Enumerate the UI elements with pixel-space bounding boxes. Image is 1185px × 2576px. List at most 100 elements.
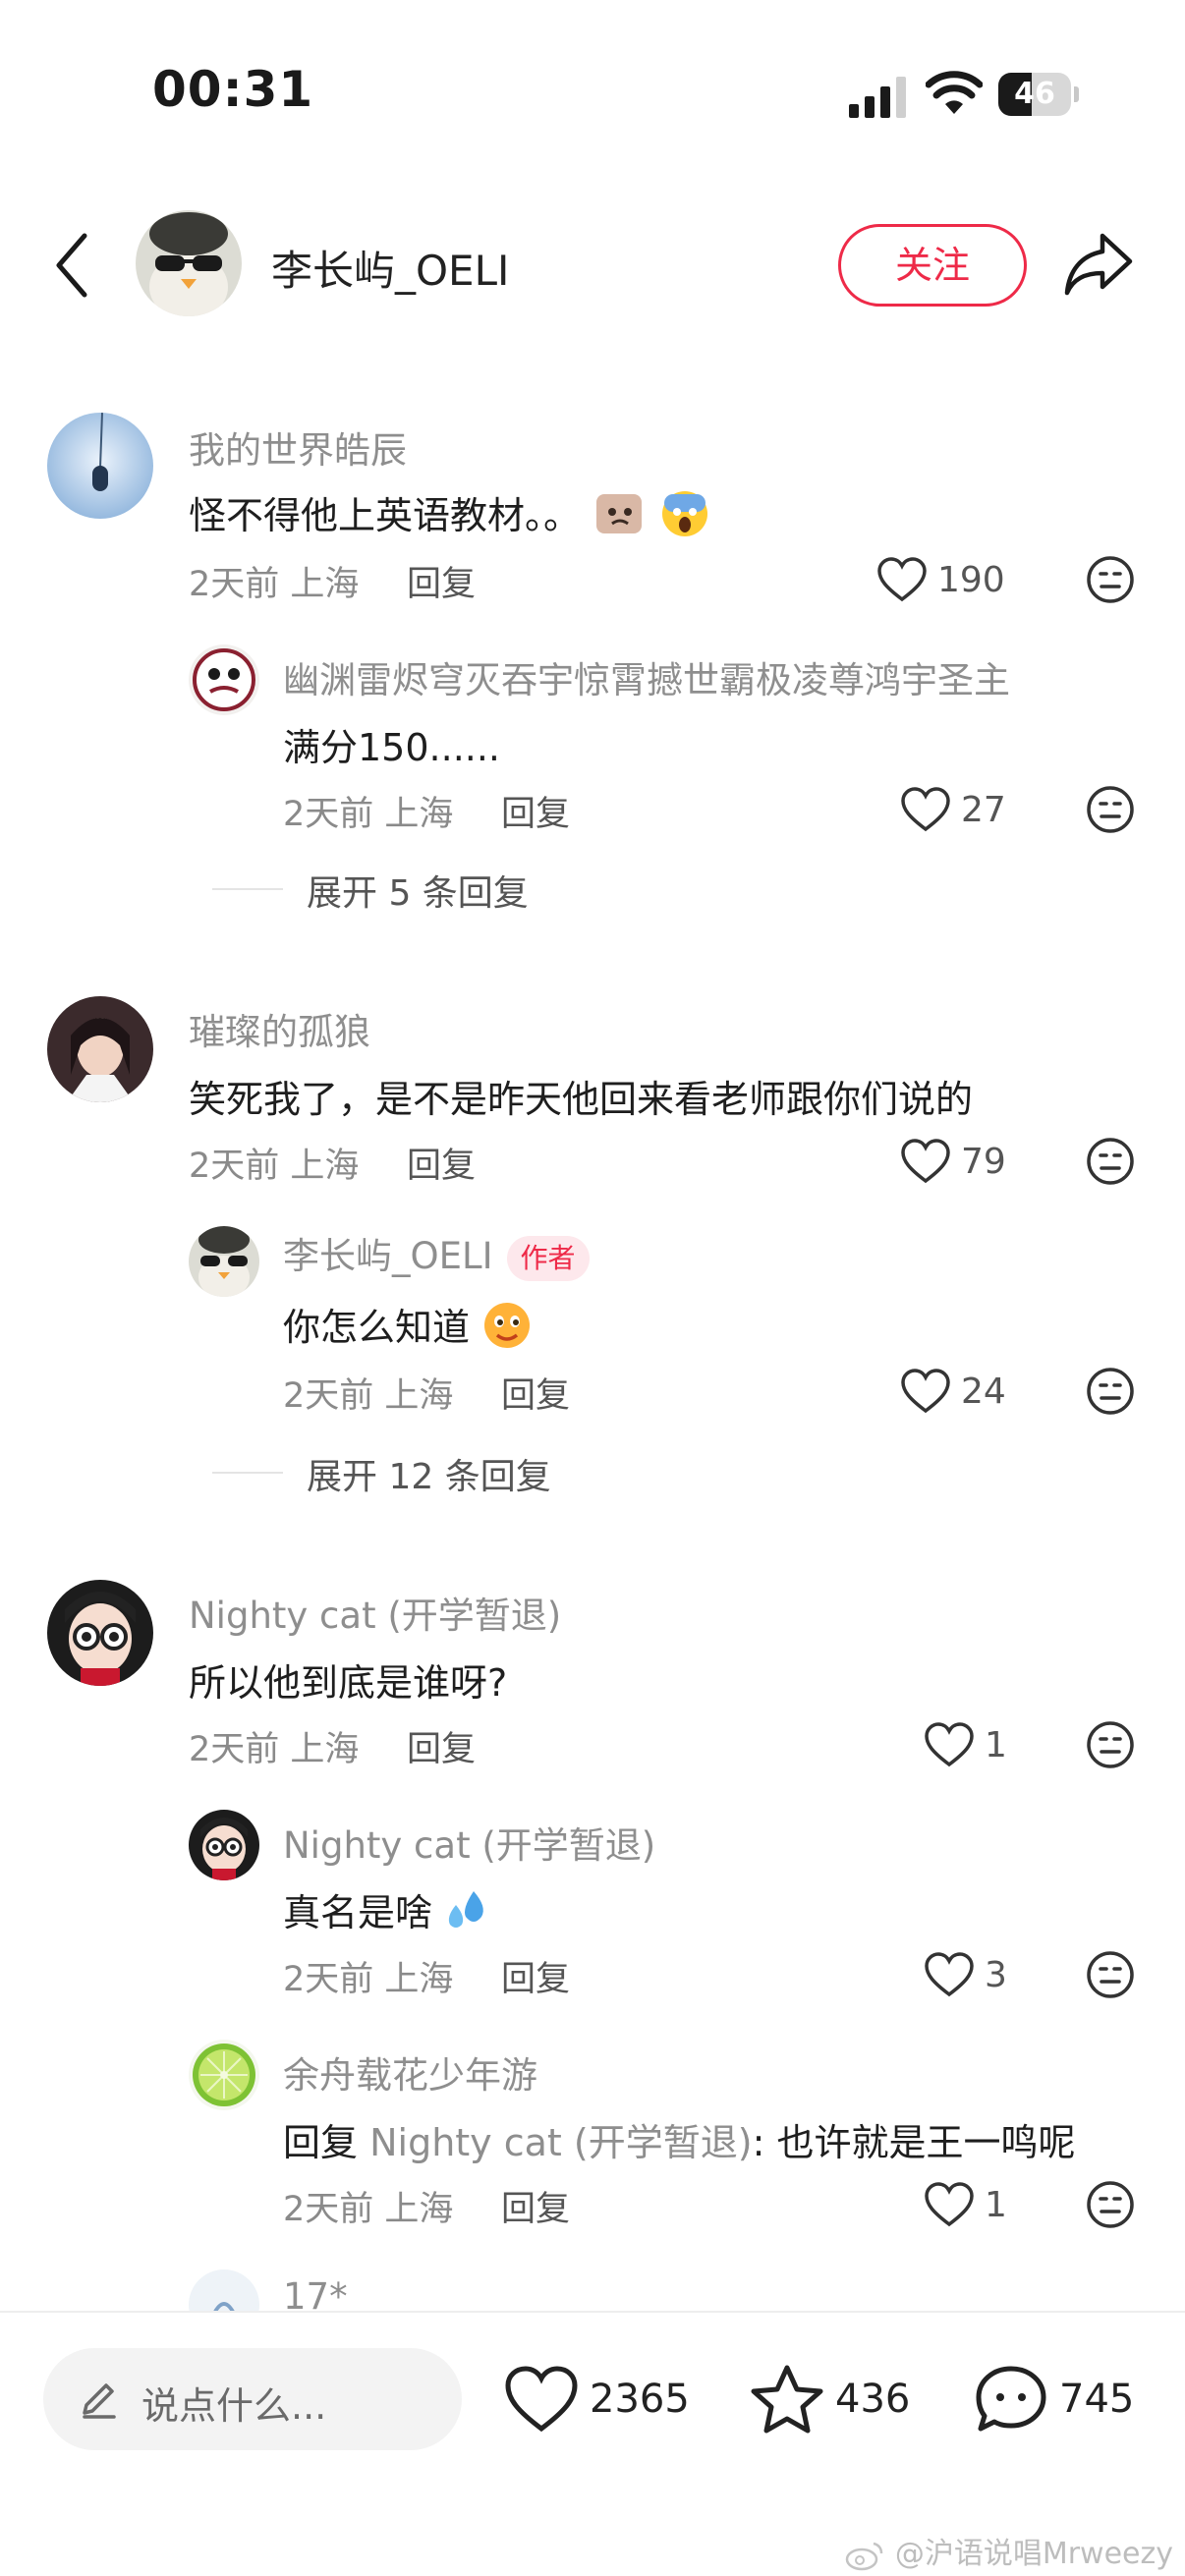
cellular-signal-icon bbox=[849, 77, 906, 118]
status-bar: 00:31 46 bbox=[0, 0, 1185, 196]
smirk-emoji bbox=[481, 1300, 533, 1360]
reply-button[interactable]: 回复 bbox=[407, 556, 476, 606]
heart-icon bbox=[505, 2366, 578, 2433]
reply-author[interactable]: Nighty cat (开学暂退) bbox=[283, 1816, 655, 1869]
like-button[interactable]: 79 bbox=[900, 1132, 1006, 1191]
comment-avatar[interactable] bbox=[47, 996, 153, 1102]
heart-icon bbox=[925, 2182, 974, 2227]
sweat-droplets-emoji bbox=[444, 1887, 491, 1943]
comment-meta: 2天前 上海 bbox=[189, 1147, 360, 1186]
comment-author[interactable]: Nighty cat (开学暂退) bbox=[189, 1586, 561, 1639]
expand-divider bbox=[212, 888, 283, 890]
expand-replies-button[interactable]: 展开 12 条回复 bbox=[307, 1448, 551, 1499]
reply-meta: 2天前 上海 bbox=[283, 1376, 454, 1416]
comments-button[interactable]: 745 bbox=[973, 2352, 1134, 2446]
like-count: 79 bbox=[961, 1141, 1006, 1182]
expand-divider bbox=[212, 1472, 283, 1474]
comment-author[interactable]: 璀璨的孤狼 bbox=[189, 1002, 370, 1055]
battery-level: 46 bbox=[1014, 77, 1055, 111]
reply-text: 回复 Nighty cat (开学暂退): 也许就是王一鸣呢 bbox=[283, 2121, 1076, 2164]
comment-avatar[interactable] bbox=[47, 413, 153, 519]
reply-button[interactable]: 回复 bbox=[501, 2181, 570, 2231]
like-count: 3 bbox=[985, 1954, 1007, 1995]
author-badge: 作者 bbox=[506, 1235, 590, 1281]
reply-text: 真名是啥 bbox=[283, 1882, 491, 1943]
heart-icon bbox=[901, 787, 950, 832]
neutral-face-icon[interactable] bbox=[1085, 1719, 1136, 1770]
reply-text: 满分150...... bbox=[283, 726, 501, 769]
like-count: 27 bbox=[961, 789, 1006, 830]
reply-author[interactable]: 李长屿_OELI 作者 bbox=[283, 1226, 590, 1281]
neutral-face-icon[interactable] bbox=[1085, 1949, 1136, 2000]
weibo-icon bbox=[846, 2542, 883, 2570]
like-button[interactable]: 190 bbox=[876, 550, 1005, 609]
comment-count: 745 bbox=[1059, 2377, 1135, 2422]
heart-icon bbox=[925, 1952, 974, 1997]
comment-author[interactable]: 我的世界皓辰 bbox=[189, 420, 407, 474]
like-button[interactable]: 3 bbox=[924, 1945, 1007, 2004]
post-like-count: 2365 bbox=[590, 2377, 690, 2422]
like-button[interactable]: 24 bbox=[900, 1362, 1006, 1421]
neutral-face-icon[interactable] bbox=[1085, 1366, 1136, 1417]
comment-text: 怪不得他上英语教材。。 bbox=[189, 485, 710, 548]
author-username[interactable]: 李长屿_OELI bbox=[271, 238, 509, 298]
share-icon[interactable] bbox=[1061, 228, 1136, 299]
neutral-face-icon[interactable] bbox=[1085, 554, 1136, 605]
expand-replies-button[interactable]: 展开 5 条回复 bbox=[307, 865, 529, 916]
star-icon bbox=[751, 2365, 823, 2434]
watermark: @沪语说唱Mrweezy bbox=[844, 2529, 1173, 2572]
wifi-icon bbox=[926, 71, 983, 114]
reply-avatar[interactable] bbox=[189, 1810, 259, 1880]
comment-list[interactable]: 我的世界皓辰 怪不得他上英语教材。。 2天前 上海 回复 190 幽渊雷烬穹灭吞… bbox=[0, 373, 1185, 2314]
reply-button[interactable]: 回复 bbox=[407, 1721, 476, 1771]
reply-button[interactable]: 回复 bbox=[501, 1368, 570, 1418]
like-count: 1 bbox=[985, 1724, 1007, 1765]
reply-meta: 2天前 上海 bbox=[283, 2190, 454, 2229]
scream-emoji bbox=[659, 488, 710, 548]
follow-button[interactable]: 关注 bbox=[838, 224, 1027, 307]
comment-meta: 2天前 上海 bbox=[189, 565, 360, 604]
comment-avatar[interactable] bbox=[47, 1580, 153, 1686]
comment-text: 笑死我了，是不是昨天他回来看老师跟你们说的 bbox=[189, 1078, 974, 1121]
heart-icon bbox=[925, 1722, 974, 1767]
battery-indicator: 46 bbox=[998, 73, 1079, 116]
neutral-face-icon[interactable] bbox=[1085, 1136, 1136, 1187]
reply-avatar[interactable] bbox=[189, 644, 259, 715]
reply-avatar[interactable] bbox=[189, 2269, 259, 2314]
back-icon[interactable] bbox=[47, 228, 96, 303]
comment-input-placeholder: 说点什么... bbox=[141, 2384, 327, 2428]
pencil-icon bbox=[83, 2383, 116, 2419]
bottom-action-bar: 说点什么... 2365 436 745 @沪语说唱Mrweezy bbox=[0, 2311, 1185, 2576]
reply-meta: 2天前 上海 bbox=[283, 795, 454, 834]
like-post-button[interactable]: 2365 bbox=[503, 2352, 690, 2446]
heart-icon bbox=[901, 1369, 950, 1414]
like-count: 24 bbox=[961, 1371, 1006, 1412]
neutral-face-icon[interactable] bbox=[1085, 2179, 1136, 2230]
reply-meta: 2天前 上海 bbox=[283, 1960, 454, 1999]
favorite-count: 436 bbox=[835, 2377, 911, 2422]
reply-author[interactable]: 幽渊雷烬穹灭吞宇惊霄撼世霸极凌尊鸿宇圣主 bbox=[283, 650, 1010, 703]
neutral-face-icon[interactable] bbox=[1085, 784, 1136, 835]
header: 李长屿_OELI 关注 bbox=[0, 196, 1185, 334]
like-button[interactable]: 27 bbox=[900, 780, 1006, 839]
heart-icon bbox=[877, 557, 927, 602]
reply-author[interactable]: 17* bbox=[283, 2275, 348, 2314]
reply-to-user[interactable]: Nighty cat (开学暂退) bbox=[369, 2121, 752, 2164]
reply-button[interactable]: 回复 bbox=[501, 1951, 570, 2001]
favorite-button[interactable]: 436 bbox=[749, 2352, 910, 2446]
reply-avatar[interactable] bbox=[189, 1226, 259, 1297]
reply-button[interactable]: 回复 bbox=[501, 786, 570, 836]
reply-button[interactable]: 回复 bbox=[407, 1138, 476, 1188]
like-count: 1 bbox=[985, 2184, 1007, 2225]
comment-text: 所以他到底是谁呀? bbox=[189, 1661, 508, 1705]
author-avatar[interactable] bbox=[136, 210, 242, 316]
like-button[interactable]: 1 bbox=[924, 1715, 1007, 1774]
sticker-emoji bbox=[592, 488, 648, 548]
reply-author[interactable]: 余舟载花少年游 bbox=[283, 2045, 537, 2099]
comment-input[interactable]: 说点什么... bbox=[43, 2348, 462, 2450]
comment-meta: 2天前 上海 bbox=[189, 1730, 360, 1769]
reply-avatar[interactable] bbox=[189, 2040, 259, 2110]
like-button[interactable]: 1 bbox=[924, 2175, 1007, 2234]
like-count: 190 bbox=[937, 559, 1005, 600]
heart-icon bbox=[901, 1139, 950, 1184]
